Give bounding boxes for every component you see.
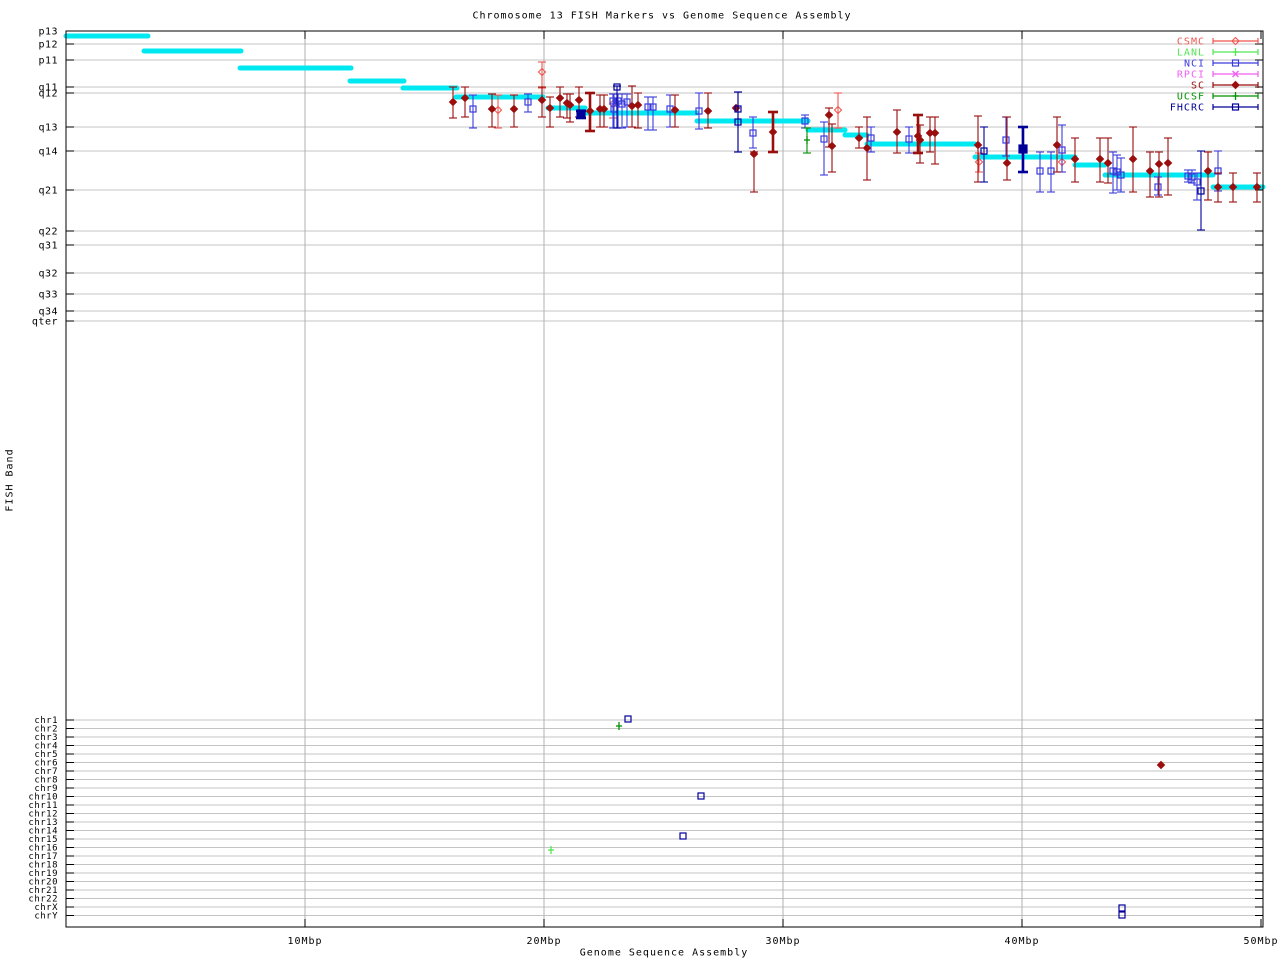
svg-text:10Mbp: 10Mbp [287,936,322,947]
svg-text:q33: q33 [38,290,58,301]
svg-text:qter: qter [32,317,58,328]
plot-svg: CSMCLANLNCIRPCISCUCSFFHCRCp13p12p11q11q1… [0,0,1280,960]
svg-text:q12: q12 [38,89,58,100]
band-labels: p13p12p11q11q12q13q14q21q22q31q32q33q34q… [32,27,58,328]
svg-text:q21: q21 [38,186,58,197]
legend-entry-FHCRC: FHCRC [1170,103,1258,114]
legend-entry-CSMC: CSMC [1177,37,1258,48]
svg-text:q13: q13 [38,123,58,134]
series-FHCRC [576,84,1205,918]
series-UCSF [616,128,811,730]
svg-text:q22: q22 [38,227,58,238]
svg-text:q32: q32 [38,269,58,280]
svg-text:p13: p13 [38,27,58,38]
svg-text:40Mbp: 40Mbp [1004,936,1039,947]
svg-text:q14: q14 [38,147,58,158]
vertical-gridlines [305,31,1022,927]
x-tick-labels: 10Mbp 20Mbp 30Mbp 40Mbp 50Mbp [287,936,1278,947]
chromosome-labels: chr1chr2chr3chr4chr5chr6chr7chr8chr9chr1… [28,716,58,922]
svg-text:p12: p12 [38,40,58,51]
svg-text:50Mbp: 50Mbp [1243,936,1278,947]
chromosome-fish-plot: CSMCLANLNCIRPCISCUCSFFHCRCp13p12p11q11q1… [0,0,1280,960]
assembly-track [66,36,1263,187]
svg-text:p11: p11 [38,56,58,67]
svg-text:FHCRC: FHCRC [1170,103,1205,114]
svg-text:CSMC: CSMC [1177,37,1205,48]
legend-entry-SC: SC [1191,81,1258,92]
svg-text:SC: SC [1191,81,1205,92]
svg-text:RPCI: RPCI [1177,70,1205,81]
legend-entry-RPCI: RPCI [1177,70,1258,81]
svg-text:20Mbp: 20Mbp [526,936,561,947]
series-SC [449,86,1261,769]
svg-text:NCI: NCI [1184,59,1205,70]
svg-text:UCSF: UCSF [1177,92,1205,103]
svg-text:q31: q31 [38,241,58,252]
svg-text:30Mbp: 30Mbp [765,936,800,947]
svg-text:LANL: LANL [1177,48,1205,59]
svg-text:chrY: chrY [34,912,58,922]
legend-entry-LANL: LANL [1177,48,1258,59]
chart-title: Chromosome 13 FISH Markers vs Genome Seq… [472,11,851,22]
legend: CSMCLANLNCIRPCISCUCSFFHCRC [1170,37,1258,114]
y-axis-title: FISH Band [5,448,16,511]
x-axis-title: Genome Sequence Assembly [580,948,749,959]
